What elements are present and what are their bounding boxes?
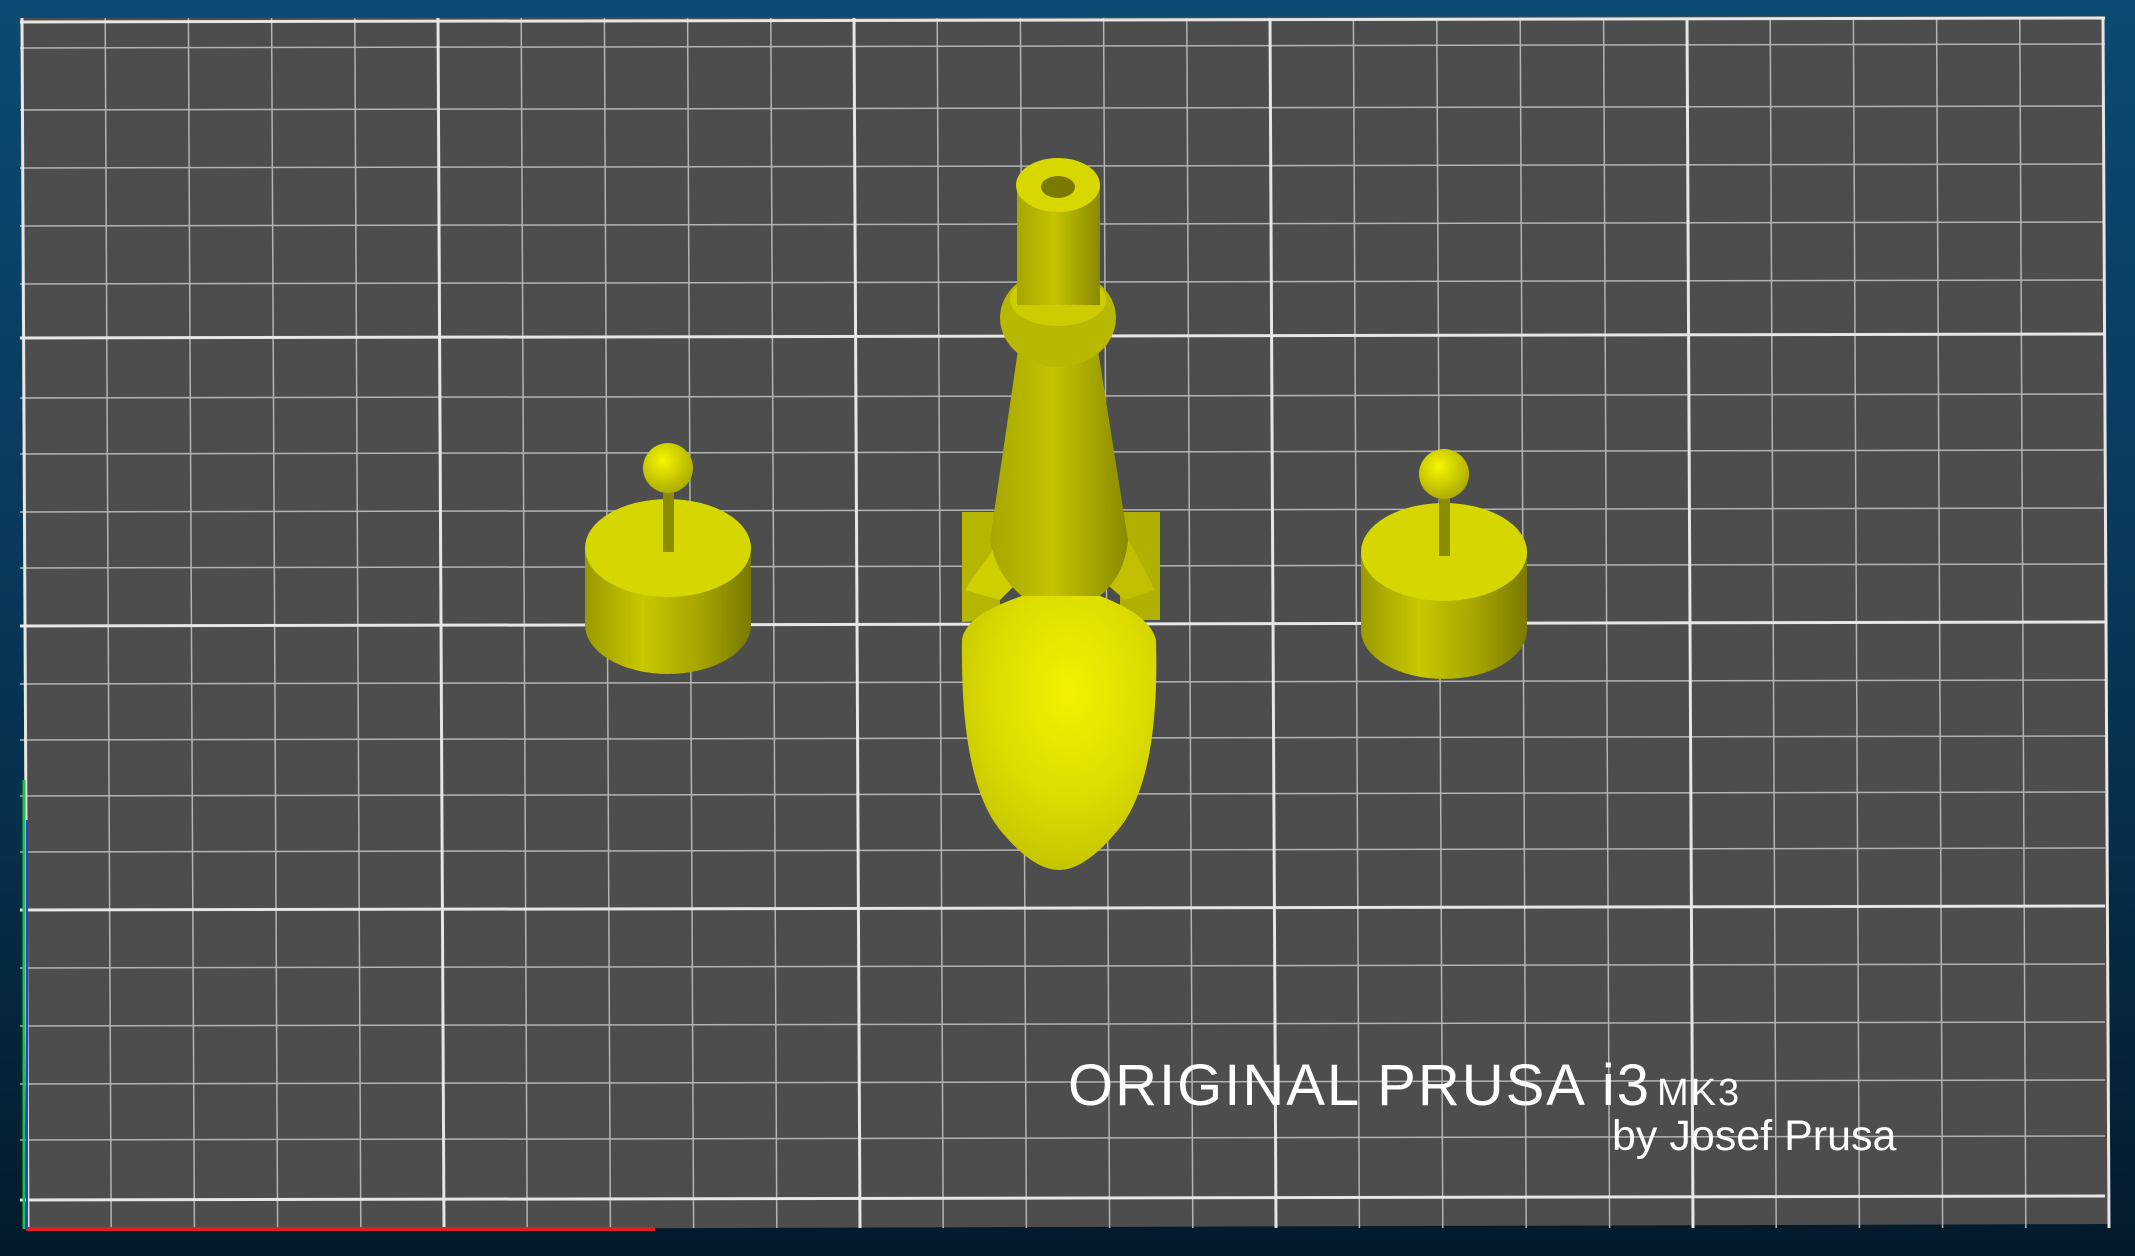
bed-logo-model: MK3 bbox=[1657, 1072, 1742, 1114]
body-top-tube-hole bbox=[1041, 176, 1075, 198]
left-knob-ball bbox=[643, 443, 693, 493]
bed-logo-title: ORIGINAL PRUSA i3 MK3 bbox=[1068, 1052, 1741, 1119]
3d-viewport[interactable]: ORIGINAL PRUSA i3 MK3 by Josef Prusa bbox=[0, 0, 2135, 1256]
bed-logo-brand: ORIGINAL PRUSA i3 bbox=[1068, 1053, 1652, 1118]
right-knob-ball bbox=[1419, 449, 1469, 499]
bed-logo-author: by Josef Prusa bbox=[1612, 1112, 1897, 1160]
